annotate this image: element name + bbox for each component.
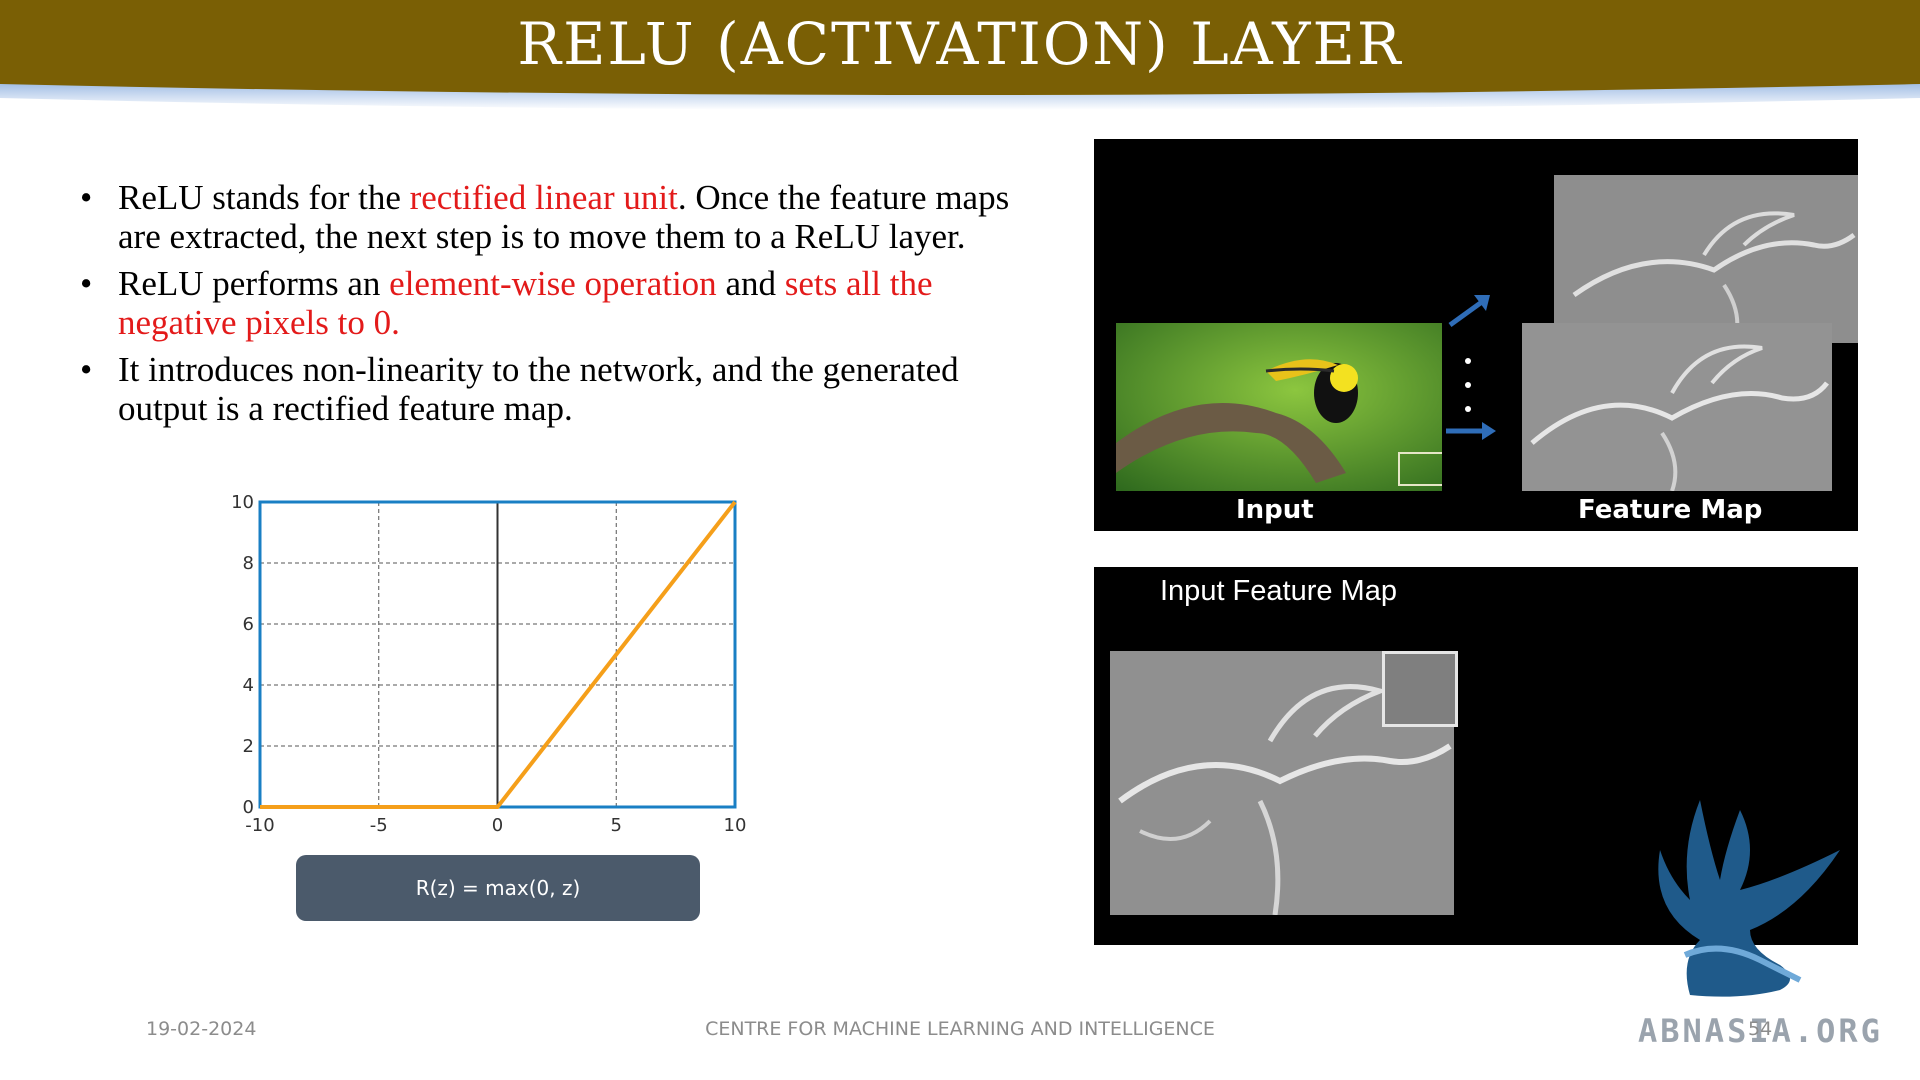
formula-box: R(z) = max(0, z) xyxy=(296,855,700,921)
x-tick-label: 0 xyxy=(492,815,503,836)
bullet-item: • ReLU performs an element-wise operation… xyxy=(80,264,1010,342)
bullet-text: It introduces non-linearity to the netwo… xyxy=(118,350,959,428)
bullet-text: ReLU performs an xyxy=(118,264,390,303)
bullet-list: • ReLU stands for the rectified linear un… xyxy=(80,178,1010,436)
input-to-feature-map-image: Input Feature Map xyxy=(1094,139,1858,531)
relu-chart: -10 -5 0 5 10 0 2 4 6 8 10 xyxy=(231,492,747,836)
y-tick-label: 10 xyxy=(231,492,254,513)
x-tick-label: 5 xyxy=(611,815,622,836)
slide-title: RELU (ACTIVATION) LAYER xyxy=(517,10,1403,78)
y-tick-label: 0 xyxy=(243,797,254,818)
y-tick-label: 2 xyxy=(243,736,254,757)
bullet-dot-icon: • xyxy=(80,178,93,217)
toucan-input-image xyxy=(1116,323,1442,491)
bullet-text: and xyxy=(716,264,785,303)
filter-window-box xyxy=(1382,651,1458,727)
x-tick-label: -10 xyxy=(245,815,274,836)
x-tick-label: -5 xyxy=(370,815,388,836)
input-label: Input xyxy=(1236,495,1314,525)
bullet-dot-icon: • xyxy=(80,350,93,389)
y-tick-label: 6 xyxy=(243,614,254,635)
highlighted-text: rectified linear unit xyxy=(409,178,678,217)
input-feature-map-title: Input Feature Map xyxy=(1160,575,1397,607)
feature-map-label: Feature Map xyxy=(1578,495,1763,525)
page-number: 54 xyxy=(1748,1018,1773,1040)
bullet-dot-icon: • xyxy=(80,264,93,303)
y-tick-label: 4 xyxy=(243,675,254,696)
bullet-item: • It introduces non-linearity to the netw… xyxy=(80,350,1010,428)
arrow-icons xyxy=(1446,295,1496,440)
abnasia-logo-icon xyxy=(1658,800,1840,997)
footer-title: CENTRE FOR MACHINE LEARNING AND INTELLIG… xyxy=(705,1018,1215,1040)
title-banner: RELU (ACTIVATION) LAYER xyxy=(0,0,1920,110)
x-tick-label: 10 xyxy=(724,815,747,836)
y-tick-label: 8 xyxy=(243,553,254,574)
bullet-item: • ReLU stands for the rectified linear un… xyxy=(80,178,1010,256)
feature-map-thumbnail-front xyxy=(1522,323,1832,491)
feature-map-thumbnail-back xyxy=(1554,175,1858,343)
bullet-text: ReLU stands for the xyxy=(118,178,410,217)
highlighted-text: element-wise operation xyxy=(389,264,717,303)
